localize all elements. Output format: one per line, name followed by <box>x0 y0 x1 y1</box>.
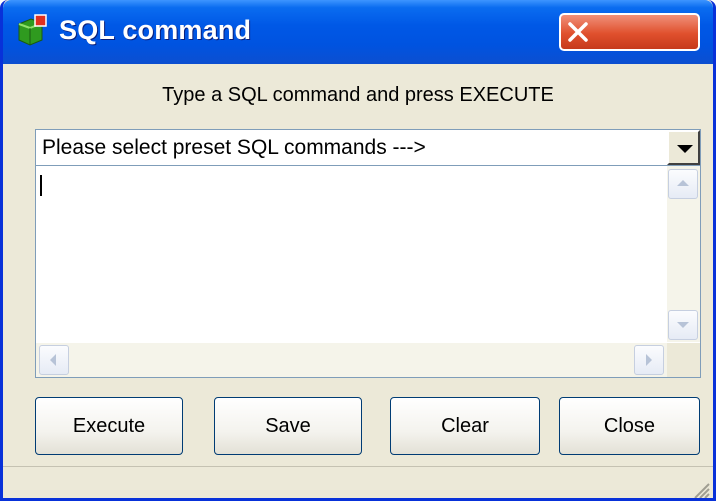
scroll-up-icon[interactable] <box>668 169 698 199</box>
preset-selected-value: Please select preset SQL commands ---> <box>42 136 426 159</box>
close-window-button[interactable] <box>559 13 700 51</box>
vertical-scrollbar[interactable] <box>667 166 700 342</box>
title-bar[interactable]: SQL command <box>3 0 713 64</box>
instructions-label: Type a SQL command and press EXECUTE <box>162 84 554 106</box>
save-button[interactable]: Save <box>214 397 362 455</box>
close-icon <box>567 21 589 43</box>
chevron-down-icon[interactable] <box>667 130 700 165</box>
close-button[interactable]: Close <box>559 397 700 455</box>
sql-command-window: SQL command Type a SQL command and press… <box>0 0 716 501</box>
execute-button[interactable]: Execute <box>35 397 183 455</box>
status-bar <box>3 466 713 498</box>
horizontal-scrollbar[interactable] <box>36 343 667 377</box>
resize-grip-icon[interactable] <box>691 480 711 498</box>
scrollbar-corner <box>667 343 700 377</box>
window-title: SQL command <box>59 15 252 45</box>
scroll-right-icon[interactable] <box>634 345 664 375</box>
scroll-down-icon[interactable] <box>668 310 698 340</box>
scroll-left-icon[interactable] <box>39 345 69 375</box>
sql-command-textarea[interactable] <box>35 166 701 378</box>
database-app-icon <box>15 14 49 48</box>
clear-button[interactable]: Clear <box>390 397 540 455</box>
preset-sql-dropdown[interactable]: Please select preset SQL commands ---> <box>35 129 701 166</box>
text-caret <box>40 175 42 196</box>
